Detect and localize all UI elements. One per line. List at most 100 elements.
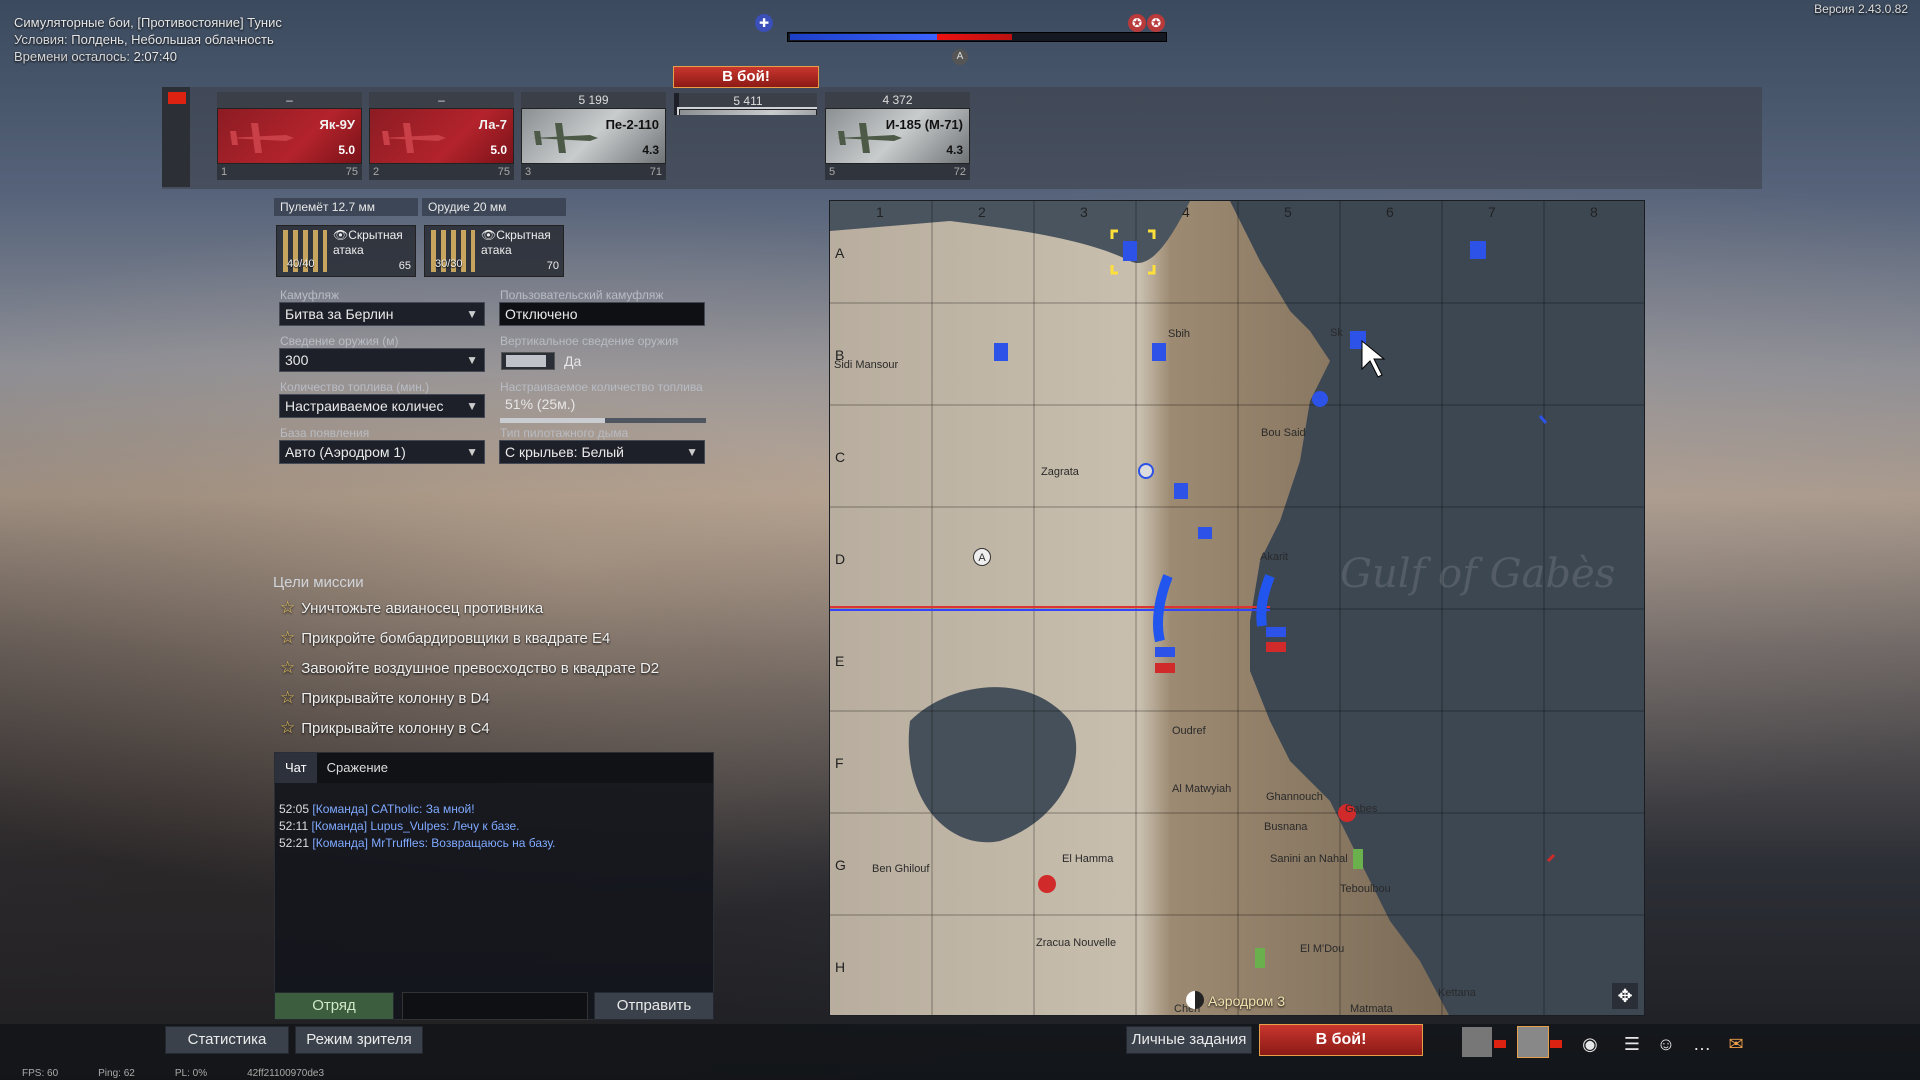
mail-icon[interactable]: ✉ — [1722, 1030, 1750, 1058]
mg-belt-card[interactable]: 👁Скрытная атака 40/40 65 — [276, 225, 416, 277]
red-airfield — [1038, 875, 1056, 893]
map-place-label: Sidi Mansour — [834, 359, 899, 371]
map-place-label: Busnana — [1264, 821, 1308, 833]
session-id: 42ff21100970de3 — [247, 1068, 325, 1079]
mg-belt-cost: 65 — [398, 260, 411, 272]
weapon-tab-mg[interactable]: Пулемёт 12.7 мм — [274, 198, 418, 216]
convoy-marker — [1255, 948, 1265, 968]
convergence-select[interactable]: 300 ▼ — [279, 348, 485, 372]
slot-footer: 2 75 — [369, 164, 514, 180]
tab-chat[interactable]: Чат — [275, 753, 317, 783]
spectator-button[interactable]: Режим зрителя — [295, 1026, 423, 1054]
slot-image: Пе-2-110 4.3 — [521, 108, 666, 164]
chat-input[interactable] — [402, 992, 588, 1020]
convergence-value: 300 — [285, 352, 309, 368]
chat-message: 52:05 [Команда] CATholic: За мной! — [279, 801, 709, 818]
convoy-marker — [1353, 849, 1363, 869]
objective-text: Прикройте бомбардировщики в квадрате E4 — [301, 630, 611, 647]
marker-a: A — [973, 548, 991, 566]
spawn-select[interactable]: Авто (Аэродром 1) ▼ — [279, 440, 485, 464]
custom-fuel-value: 51% (25м.) — [505, 396, 576, 412]
crew-slot[interactable]: 4 372 И-185 (М-71) 4.3 5 72 — [825, 92, 970, 184]
custom-fuel-slider[interactable] — [500, 418, 706, 423]
smoke-select[interactable]: С крыльев: Белый ▼ — [499, 440, 705, 464]
list-icon[interactable]: ☰ — [1618, 1030, 1646, 1058]
tactical-map[interactable]: 12345678 ABCDEFGH Gulf of Gabès Sidi Man… — [829, 200, 1645, 1016]
map-place-label: Ben Ghilouf — [872, 863, 930, 875]
score-bar — [787, 32, 1167, 42]
slot-battle-rating: 4.3 — [642, 143, 659, 157]
send-button[interactable]: Отправить — [594, 992, 714, 1020]
map-place-label: El M'Dou — [1300, 943, 1345, 955]
camo-select[interactable]: Битва за Берлин ▼ — [279, 302, 485, 326]
mission-mode: Симуляторные бои, [Противостояние] Тунис — [14, 15, 282, 30]
debug-footer: FPS: 60 Ping: 62 PL: 0% 42ff21100970de3 — [0, 1068, 1920, 1080]
objective-text: Уничтожьте авианосец противника — [301, 600, 544, 617]
slot-number: 5 — [829, 166, 836, 178]
map-expand-icon[interactable]: ✥ — [1612, 983, 1638, 1009]
chat-messages[interactable]: 52:05 [Команда] CATholic: За мной! 52:11… — [275, 783, 713, 858]
blue-unit — [1155, 647, 1175, 657]
chat-bubble-icon[interactable]: … — [1688, 1030, 1716, 1058]
chevron-down-icon: ▼ — [466, 307, 478, 321]
eye-icon: 👁 — [481, 228, 497, 242]
slot-spawn-cost: – — [217, 92, 362, 108]
map-place-label: Kettana — [1438, 987, 1476, 999]
mission-info: Симуляторные бои, [Противостояние] Тунис… — [14, 14, 282, 65]
fuel-select[interactable]: Настраиваемое количес ▼ — [279, 394, 485, 418]
blue-unit — [1152, 343, 1166, 361]
squad-button[interactable]: Отряд — [274, 992, 394, 1020]
ussr-flag-icon — [1494, 1040, 1506, 1048]
map-column-label: 5 — [1284, 204, 1292, 220]
map-column-label: 8 — [1590, 204, 1598, 220]
weapon-tab-cannon[interactable]: Орудие 20 мм — [422, 198, 566, 216]
contacts-icon[interactable]: ☺ — [1652, 1030, 1680, 1058]
personal-tasks-button[interactable]: Личные задания — [1126, 1026, 1252, 1054]
blue-unit — [1123, 241, 1137, 261]
map-column-label: 4 — [1182, 204, 1190, 220]
slot-image: Як-9У 5.0 — [217, 108, 362, 164]
slot-repair-cost: 75 — [345, 166, 358, 178]
map-place-label: Sk — [1330, 327, 1343, 339]
objective-item: ☆ Завоюйте воздушное превосходство в квад… — [280, 658, 659, 678]
to-battle-button[interactable]: В бой! — [1259, 1024, 1423, 1056]
map-place-label: Sbih — [1168, 328, 1191, 340]
stats-button[interactable]: Статистика — [165, 1026, 289, 1054]
custom-camo-value: Отключено — [505, 306, 578, 322]
crew-slot[interactable]: 5 199 Пе-2-110 4.3 3 71 — [521, 92, 666, 184]
ussr-flag-icon — [168, 92, 186, 104]
player-avatar-icon[interactable] — [1462, 1027, 1492, 1057]
voice-chat-icon[interactable]: ◉ — [1576, 1030, 1604, 1058]
custom-camo-field[interactable]: Отключено — [499, 302, 705, 326]
smoke-label: Тип пилотажного дыма — [500, 426, 629, 440]
slot-spawn-cost: 4 372 — [825, 92, 970, 108]
fuel-label: Количество топлива (мин.) — [280, 380, 430, 394]
to-battle-top-button[interactable]: В бой! — [673, 66, 819, 88]
objective-text: Завоюйте воздушное превосходство в квадр… — [301, 660, 660, 677]
objective-text: Прикрывайте колонну в D4 — [301, 690, 490, 707]
tab-battle[interactable]: Сражение — [317, 753, 398, 783]
map-place-label: Teboulbou — [1340, 883, 1391, 895]
crew-slot[interactable]: – Ла-7 5.0 2 75 — [369, 92, 514, 184]
map-watermark: Gulf of Gabès — [1340, 551, 1616, 597]
slot-vehicle-name: Пе-2-110 — [605, 117, 659, 132]
message-text: [Команда] Lupus_Vulpes: Лечу к базе. — [311, 819, 520, 833]
map-place-label: Bou Said — [1261, 427, 1306, 439]
message-time: 52:11 — [279, 819, 309, 833]
spawn-value: Авто (Аэродром 1) — [285, 444, 406, 460]
squadmate-avatar-icon[interactable] — [1517, 1026, 1549, 1058]
crew-slot[interactable]: 5 411Як-34.7475 — [673, 92, 818, 116]
convergence-label: Сведение оружия (м) — [280, 334, 399, 348]
map-column-label: 1 — [876, 204, 884, 220]
plane-icon — [380, 123, 446, 153]
conditions-value: Полдень, Небольшая облачность — [71, 32, 274, 47]
cannon-belt-card[interactable]: 👁Скрытная атака 30/30 70 — [424, 225, 564, 277]
crew-slot[interactable]: – Як-9У 5.0 1 75 — [217, 92, 362, 184]
chevron-down-icon: ▼ — [466, 353, 478, 367]
toggle-knob — [506, 355, 546, 367]
map-row-label: A — [835, 245, 845, 261]
capture-point — [1138, 463, 1154, 479]
red-unit — [1155, 663, 1175, 673]
vertical-convergence-toggle[interactable] — [501, 352, 555, 370]
map-row-label: D — [835, 551, 846, 567]
